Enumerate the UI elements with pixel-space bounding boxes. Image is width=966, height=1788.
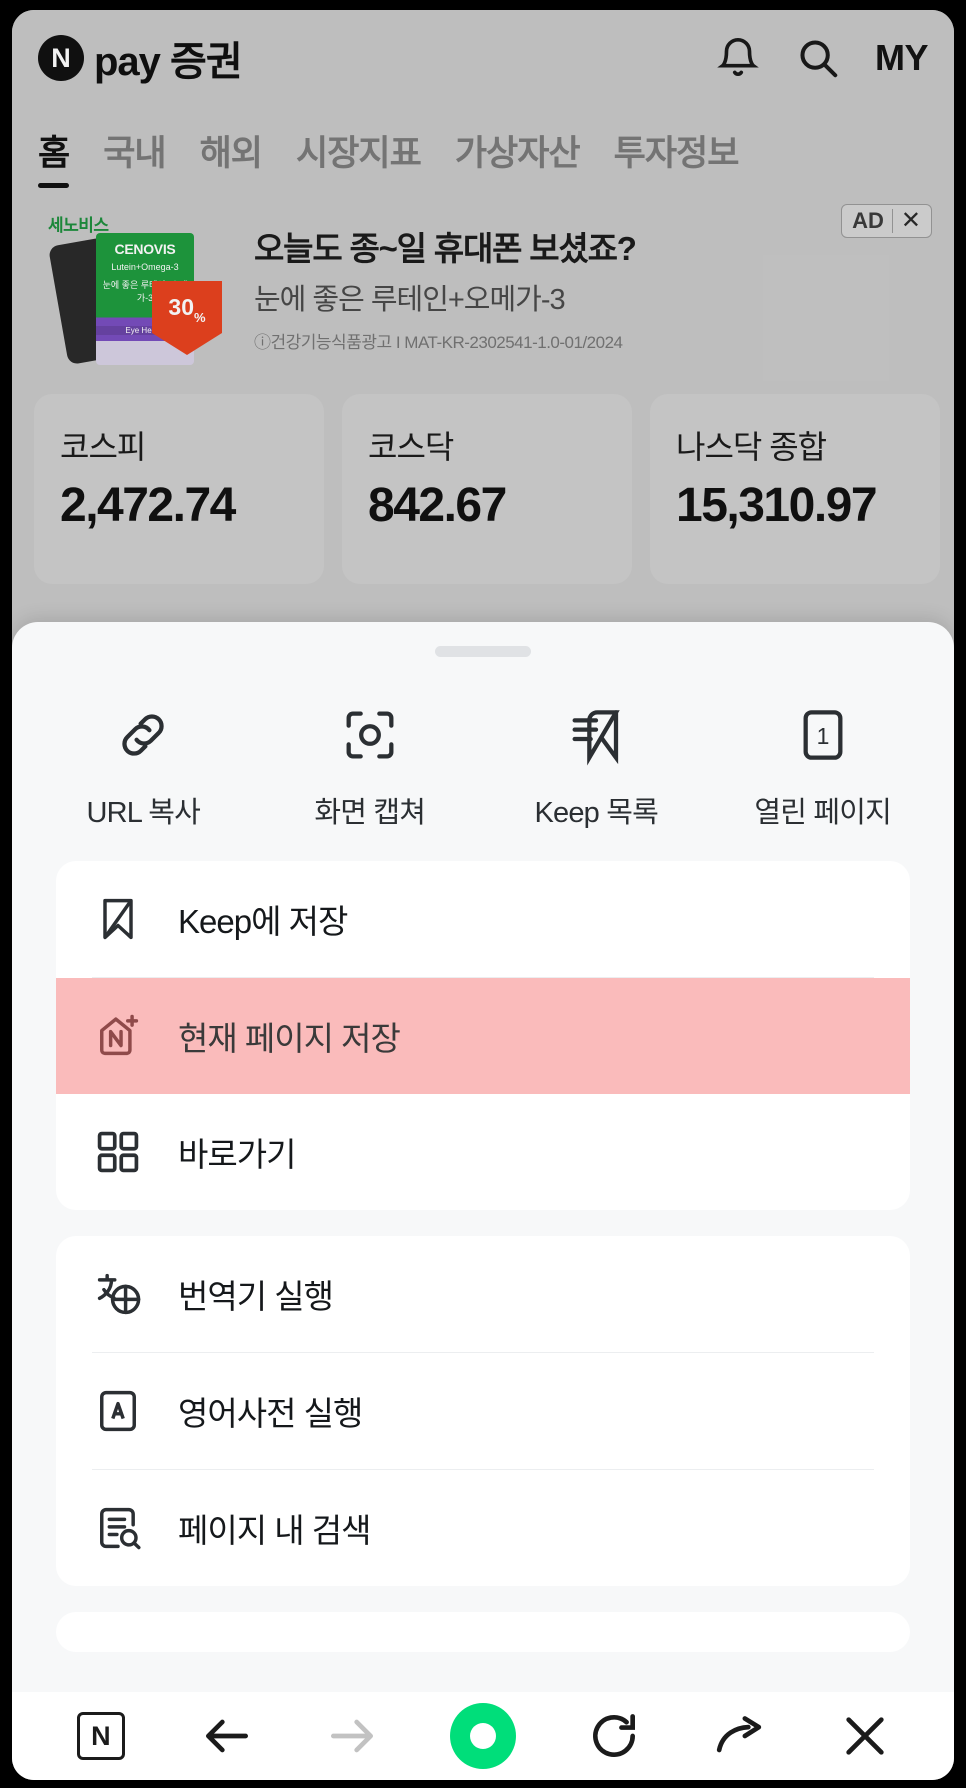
close-button[interactable] bbox=[837, 1708, 893, 1764]
dictionary-icon bbox=[92, 1385, 144, 1437]
link-icon bbox=[111, 703, 175, 767]
screenshot-icon bbox=[338, 703, 402, 767]
quick-action-keep-list[interactable]: Keep 목록 bbox=[483, 703, 710, 831]
quick-action-open-pages[interactable]: 1 열린 페이지 bbox=[710, 703, 937, 831]
quick-action-label: Keep 목록 bbox=[534, 797, 659, 829]
quick-actions-row: URL 복사 화면 캡쳐 Keep 목록 1 열린 페이지 bbox=[12, 657, 954, 861]
open-pages-icon: 1 bbox=[791, 703, 855, 767]
menu-item-find-in-page[interactable]: 페이지 내 검색 bbox=[56, 1470, 910, 1586]
home-dot-icon bbox=[469, 1723, 496, 1749]
menu-item-dictionary[interactable]: 영어사전 실행 bbox=[56, 1353, 910, 1469]
naver-icon: N bbox=[76, 1712, 125, 1760]
quick-action-label: 열린 페이지 bbox=[754, 797, 892, 829]
reload-button[interactable] bbox=[586, 1708, 642, 1764]
quick-action-label: URL 복사 bbox=[86, 797, 201, 829]
share-icon bbox=[717, 1716, 762, 1753]
home-button[interactable] bbox=[449, 1703, 516, 1769]
keep-list-icon bbox=[564, 703, 628, 767]
naver-button[interactable]: N bbox=[73, 1708, 129, 1764]
back-button[interactable] bbox=[199, 1708, 255, 1764]
reload-icon bbox=[592, 1714, 635, 1757]
arrow-left-icon bbox=[205, 1719, 248, 1753]
menu-group-save: Keep에 저장 현재 페이지 저장 바로가기 bbox=[56, 861, 910, 1210]
phone-frame: N pay 증권 MY 홈 국내 해외 시장지표 가상자산 투자정보 세노비스 … bbox=[0, 0, 966, 1788]
find-in-page-icon bbox=[92, 1502, 144, 1554]
share-button[interactable] bbox=[711, 1708, 767, 1764]
menu-item-label: 번역기 실행 bbox=[178, 1278, 334, 1315]
close-icon bbox=[846, 1717, 884, 1755]
menu-item-save-current-page[interactable]: 현재 페이지 저장 bbox=[56, 978, 910, 1094]
menu-item-label: Keep에 저장 bbox=[178, 903, 348, 940]
menu-group-tools: 번역기 실행 영어사전 실행 페이지 내 검색 bbox=[56, 1236, 910, 1586]
menu-item-translate[interactable]: 번역기 실행 bbox=[56, 1236, 910, 1352]
forward-button[interactable] bbox=[324, 1708, 380, 1764]
browser-bottom-bar: N bbox=[12, 1692, 954, 1780]
svg-text:1: 1 bbox=[816, 723, 829, 749]
quick-action-screenshot[interactable]: 화면 캡쳐 bbox=[257, 703, 484, 831]
menu-item-shortcut[interactable]: 바로가기 bbox=[56, 1094, 910, 1210]
menu-group-partial[interactable] bbox=[56, 1612, 910, 1652]
bookmark-icon bbox=[92, 893, 144, 945]
menu-item-label: 페이지 내 검색 bbox=[178, 1512, 371, 1549]
menu-item-save-to-keep[interactable]: Keep에 저장 bbox=[56, 861, 910, 977]
quick-action-url-copy[interactable]: URL 복사 bbox=[30, 703, 257, 831]
sheet-drag-handle[interactable] bbox=[435, 646, 531, 657]
arrow-right-icon bbox=[331, 1719, 374, 1753]
menu-item-label: 영어사전 실행 bbox=[178, 1395, 363, 1432]
translate-icon bbox=[92, 1268, 144, 1320]
menu-item-label: 현재 페이지 저장 bbox=[178, 1020, 401, 1057]
menu-item-label: 바로가기 bbox=[178, 1136, 296, 1173]
screen: N pay 증권 MY 홈 국내 해외 시장지표 가상자산 투자정보 세노비스 … bbox=[12, 10, 954, 1780]
bottom-sheet: URL 복사 화면 캡쳐 Keep 목록 1 열린 페이지 Keep에 저장 현… bbox=[12, 622, 954, 1692]
quick-action-label: 화면 캡쳐 bbox=[314, 797, 426, 829]
shortcut-icon bbox=[92, 1126, 144, 1178]
save-page-icon bbox=[92, 1010, 144, 1062]
